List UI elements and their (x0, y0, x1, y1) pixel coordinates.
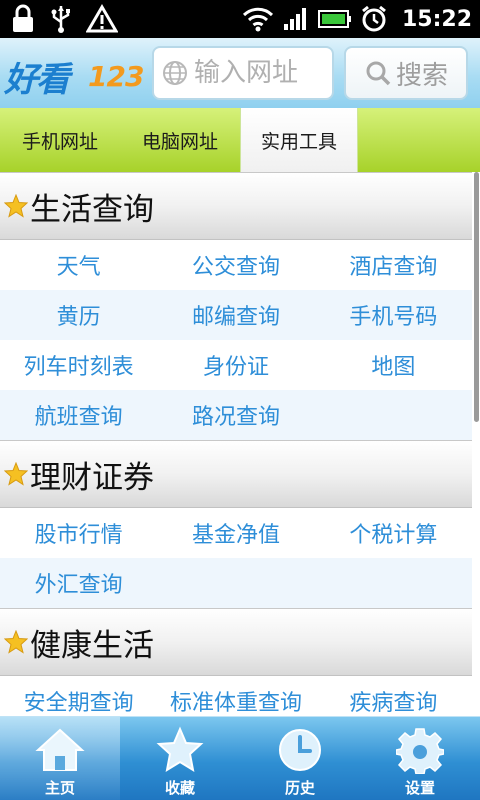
url-input[interactable] (194, 58, 334, 88)
url-input-box[interactable] (152, 46, 334, 100)
link-disease[interactable]: 疾病查询 (315, 685, 472, 716)
star-icon (154, 725, 206, 775)
list-row: 外汇查询 (0, 558, 472, 608)
link-hotel[interactable]: 酒店查询 (315, 249, 472, 281)
nav-home[interactable]: 主页 (0, 717, 120, 800)
tab-pc-sites[interactable]: 电脑网址 (120, 108, 240, 172)
nav-history[interactable]: 历史 (240, 717, 360, 800)
nav-favorites[interactable]: 收藏 (120, 717, 240, 800)
link-forex[interactable]: 外汇查询 (0, 567, 157, 599)
link-tax-calc[interactable]: 个税计算 (315, 517, 472, 549)
tab-bar: 手机网址 电脑网址 实用工具 (0, 108, 480, 172)
clock-time: 15:22 (401, 6, 472, 32)
nav-label: 历史 (284, 779, 315, 797)
usb-icon (50, 4, 72, 34)
list-row: 天气 公交查询 酒店查询 (0, 240, 472, 290)
link-traffic[interactable]: 路况查询 (157, 399, 314, 431)
logo-number: 123 (88, 60, 144, 93)
list-row: 股市行情 基金净值 个税计算 (0, 508, 472, 558)
status-bar: 15:22 (0, 0, 480, 38)
link-standard-weight[interactable]: 标准体重查询 (157, 685, 314, 716)
wifi-icon (242, 6, 274, 32)
clock-icon (274, 725, 326, 775)
warning-icon (86, 4, 118, 34)
logo-text: 好看 (4, 60, 70, 100)
link-flight[interactable]: 航班查询 (0, 399, 157, 431)
link-stocks[interactable]: 股市行情 (0, 517, 157, 549)
link-almanac[interactable]: 黄历 (0, 299, 157, 331)
header: 好看 123 搜索 (0, 38, 480, 108)
star-icon (4, 194, 28, 218)
section-title: 理财证券 (30, 459, 154, 496)
globe-icon (162, 60, 188, 86)
status-left (10, 3, 118, 35)
nav-label: 设置 (404, 779, 435, 797)
nav-settings[interactable]: 设置 (360, 717, 480, 800)
section-header-finance: 理财证券 (0, 440, 472, 508)
link-map[interactable]: 地图 (315, 349, 472, 381)
logo[interactable]: 好看 123 (4, 48, 148, 100)
search-button[interactable]: 搜索 (344, 46, 468, 100)
scrollbar[interactable] (472, 172, 480, 716)
link-fund-nav[interactable]: 基金净值 (157, 517, 314, 549)
link-weather[interactable]: 天气 (0, 249, 157, 281)
link-bus[interactable]: 公交查询 (157, 249, 314, 281)
search-icon (364, 59, 392, 87)
screen: 15:22 好看 123 搜索 手机网址 电脑网址 实用工具 (0, 0, 480, 800)
section-title: 健康生活 (30, 627, 154, 664)
tab-mobile-sites[interactable]: 手机网址 (0, 108, 120, 172)
star-icon (4, 630, 28, 654)
tools-list: 生活查询 天气 公交查询 酒店查询 黄历 邮编查询 手机号码 列车时刻表 身份证… (0, 172, 472, 716)
list-row: 列车时刻表 身份证 地图 (0, 340, 472, 390)
tab-tools[interactable]: 实用工具 (240, 108, 358, 172)
battery-icon (317, 9, 352, 29)
list-row: 航班查询 路况查询 (0, 390, 472, 440)
nav-label: 主页 (44, 779, 75, 797)
list-row: 黄历 邮编查询 手机号码 (0, 290, 472, 340)
scrollbar-thumb[interactable] (474, 172, 479, 422)
star-icon (4, 462, 28, 486)
link-safe-period[interactable]: 安全期查询 (0, 685, 157, 716)
section-header-health: 健康生活 (0, 608, 472, 676)
search-button-label: 搜索 (395, 60, 448, 91)
link-train-schedule[interactable]: 列车时刻表 (0, 349, 157, 381)
section-header-life: 生活查询 (0, 172, 472, 240)
gear-icon (394, 725, 446, 775)
link-phone-number[interactable]: 手机号码 (315, 299, 472, 331)
list-row: 安全期查询 标准体重查询 疾病查询 (0, 676, 472, 716)
bottom-nav: 主页 收藏 历史 设置 (0, 716, 480, 800)
link-id-card[interactable]: 身份证 (157, 349, 314, 381)
alarm-icon (360, 5, 388, 33)
nav-label: 收藏 (164, 779, 195, 797)
section-title: 生活查询 (30, 191, 154, 228)
link-postcode[interactable]: 邮编查询 (157, 299, 314, 331)
lock-icon (10, 4, 36, 34)
home-icon (34, 725, 86, 775)
status-right: 15:22 (242, 3, 472, 35)
signal-icon (282, 6, 310, 32)
